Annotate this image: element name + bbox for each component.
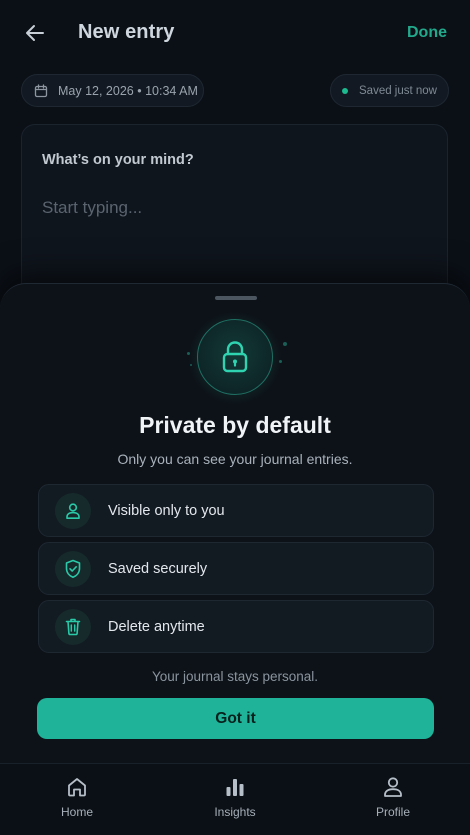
new-entry-screen: New entry Done May 12, 2026 • 10:34 AM S… [0, 0, 470, 835]
save-status-text: Saved just now [359, 84, 437, 97]
nav-item-profile[interactable]: Profile [348, 764, 438, 835]
shield-check-icon [65, 559, 81, 578]
feature-label: Saved securely [108, 560, 208, 577]
page-title: New entry [78, 21, 175, 43]
sparkle-dot [190, 364, 192, 366]
feature-visible-only-to-you: Visible only to you [38, 484, 434, 537]
status-dot-icon [342, 87, 348, 94]
nav-item-home[interactable]: Home [32, 764, 122, 835]
nav-label-home: Home [60, 805, 93, 819]
sparkle-dot [187, 352, 190, 355]
sheet-drag-handle[interactable] [215, 296, 257, 300]
nav-item-insights[interactable]: Insights [190, 764, 280, 835]
feature-label: Visible only to you [108, 502, 225, 519]
nav-label-profile: Profile [375, 805, 410, 819]
sheet-footnote: Your journal stays personal. [151, 669, 319, 684]
entry-text-input[interactable]: Start typing... [42, 198, 142, 218]
top-bar: New entry Done [0, 0, 470, 70]
sparkle-dot [283, 342, 287, 346]
lock-badge [197, 319, 273, 395]
arrow-left-icon [26, 25, 44, 41]
entry-editor[interactable]: What’s on your mind? Start typing... [21, 124, 448, 299]
lock-illustration [176, 312, 294, 412]
sparkle-dot [279, 360, 282, 363]
date-chip[interactable]: May 12, 2026 • 10:34 AM [21, 74, 204, 107]
done-button[interactable]: Done [407, 24, 447, 42]
feature-icon-badge [55, 550, 91, 587]
bottom-nav: Home Insights Profile [0, 763, 470, 835]
feature-icon-badge [55, 492, 91, 529]
editor-prompt: What’s on your mind? [42, 152, 194, 168]
feature-label: Delete anytime [108, 618, 205, 635]
feature-delete-anytime: Delete anytime [38, 600, 434, 653]
calendar-icon [34, 83, 48, 97]
back-button[interactable] [22, 20, 48, 46]
feature-saved-securely: Saved securely [38, 542, 434, 595]
home-icon [68, 778, 86, 797]
got-it-button[interactable]: Got it [37, 698, 434, 739]
trash-icon [65, 618, 81, 636]
profile-icon [384, 777, 402, 797]
sheet-title: Private by default [139, 412, 331, 438]
bar-chart-icon [226, 779, 244, 796]
save-status-badge: Saved just now [330, 74, 449, 107]
nav-label-insights: Insights [214, 805, 256, 819]
lock-icon [222, 341, 248, 373]
user-icon [66, 502, 80, 519]
entry-datetime: May 12, 2026 • 10:34 AM [58, 83, 198, 98]
sheet-subtitle: Only you can see your journal entries. [117, 451, 353, 467]
feature-icon-badge [55, 608, 91, 645]
privacy-bottom-sheet: Private by default Only you can see your… [0, 283, 470, 763]
